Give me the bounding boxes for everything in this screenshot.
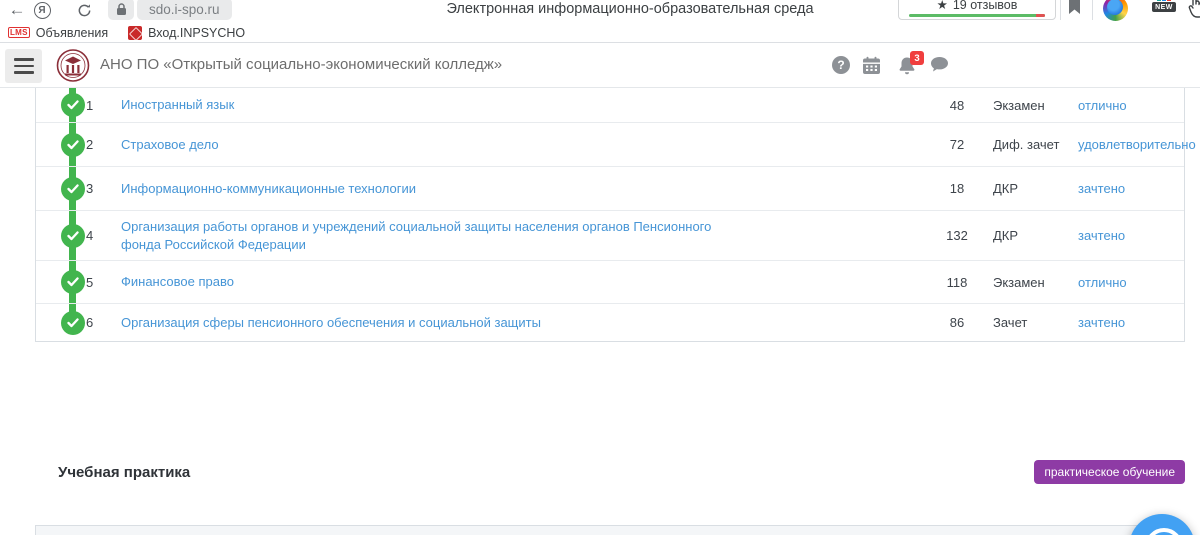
new-badge: NEW bbox=[1152, 2, 1176, 12]
college-name: АНО ПО «Открытый социально-экономический… bbox=[100, 56, 502, 73]
table-row: 5 Финансовое право 118 Экзамен отлично bbox=[36, 260, 1184, 303]
semester-table: 1 Иностранный язык 48 Экзамен отлично bbox=[35, 88, 1185, 342]
hours-value: 48 bbox=[921, 98, 993, 113]
discipline-link[interactable]: Организация работы органов и учреждений … bbox=[121, 219, 711, 252]
back-icon[interactable]: ← bbox=[4, 0, 30, 20]
lock-icon[interactable] bbox=[108, 0, 134, 20]
star-icon: ★ bbox=[937, 0, 948, 12]
practice-table-header: № Наименование дисциплины: Преподаватель… bbox=[36, 526, 1184, 535]
row-number: 1 bbox=[86, 98, 121, 113]
grade-link[interactable]: зачтено bbox=[1078, 228, 1125, 243]
yandex-icon[interactable]: Я bbox=[30, 0, 54, 20]
inpsycho-favicon bbox=[128, 26, 142, 40]
status-cell bbox=[36, 93, 86, 117]
toolbar-divider bbox=[1060, 0, 1061, 20]
practice-section-header: Учебная практика практическое обучение bbox=[35, 460, 1185, 484]
table-row: 6 Организация сферы пенсионного обеспече… bbox=[36, 303, 1184, 341]
refresh-icon[interactable] bbox=[72, 0, 96, 20]
bookmarks-bar: LMS Объявления Вход.INPSYCHO bbox=[0, 22, 1200, 43]
hours-value: 72 bbox=[921, 137, 993, 152]
table-row: 3 Информационно-коммуникационные техноло… bbox=[36, 166, 1184, 210]
check-icon bbox=[61, 133, 85, 157]
college-logo[interactable] bbox=[56, 48, 90, 83]
browser-navrow: ← Я sdo.i-spo.ru Электронная информацион… bbox=[0, 0, 1200, 22]
discipline-link[interactable]: Информационно-коммуникационные технологи… bbox=[121, 181, 416, 196]
hours-value: 86 bbox=[921, 315, 993, 330]
check-icon bbox=[61, 270, 85, 294]
help-icon[interactable]: ? bbox=[832, 56, 850, 74]
hours-value: 132 bbox=[921, 228, 993, 243]
grade-link[interactable]: удовлетворительно bbox=[1078, 137, 1196, 152]
grade-link[interactable]: отлично bbox=[1078, 98, 1127, 113]
grade-link[interactable]: зачтено bbox=[1078, 315, 1125, 330]
hours-value: 118 bbox=[921, 275, 993, 290]
control-form: ДКР bbox=[993, 181, 1078, 196]
bookmark-announcements[interactable]: Объявления bbox=[36, 26, 108, 40]
screen: ← Я sdo.i-spo.ru Электронная информацион… bbox=[0, 0, 1200, 535]
check-icon bbox=[61, 311, 85, 335]
url-field[interactable]: sdo.i-spo.ru bbox=[137, 0, 232, 20]
extension-icon[interactable] bbox=[1103, 0, 1128, 21]
control-form: Экзамен bbox=[993, 275, 1078, 290]
discipline-link[interactable]: Финансовое право bbox=[121, 274, 234, 289]
bookmark-login[interactable]: Вход.INPSYCHO bbox=[148, 26, 245, 40]
reviews-widget[interactable]: ★ 19 отзывов bbox=[898, 0, 1056, 20]
practice-title: Учебная практика bbox=[35, 464, 190, 481]
control-form: ДКР bbox=[993, 228, 1078, 243]
table-row: 2 Страховое дело 72 Диф. зачет удовлетво… bbox=[36, 122, 1184, 166]
status-cell bbox=[36, 311, 86, 335]
row-number: 3 bbox=[86, 181, 121, 196]
control-form: Диф. зачет bbox=[993, 137, 1078, 152]
reviews-count: 19 отзывов bbox=[953, 0, 1018, 12]
toolbar-divider bbox=[1092, 0, 1093, 20]
status-cell bbox=[36, 270, 86, 294]
table-row: 4 Организация работы органов и учреждени… bbox=[36, 210, 1184, 260]
main-content: 1 Иностранный язык 48 Экзамен отлично bbox=[0, 88, 1200, 535]
grade-link[interactable]: отлично bbox=[1078, 275, 1127, 290]
extension-art bbox=[1152, 0, 1176, 1]
check-icon bbox=[61, 177, 85, 201]
status-cell bbox=[36, 133, 86, 157]
grade-link[interactable]: зачтено bbox=[1078, 181, 1125, 196]
practice-badge: практическое обучение bbox=[1034, 460, 1185, 484]
hours-value: 18 bbox=[921, 181, 993, 196]
practice-table: № Наименование дисциплины: Преподаватель… bbox=[35, 525, 1185, 535]
new-extension-icon[interactable]: NEW bbox=[1152, 0, 1176, 20]
check-icon bbox=[61, 224, 85, 248]
notification-badge: 3 bbox=[910, 51, 924, 65]
status-cell bbox=[36, 177, 86, 201]
table-row: 1 Иностранный язык 48 Экзамен отлично bbox=[36, 88, 1184, 122]
discipline-link[interactable]: Организация сферы пенсионного обеспечени… bbox=[121, 315, 541, 330]
site-header: АНО ПО «Открытый социально-экономический… bbox=[0, 43, 1200, 88]
semester-rows: 1 Иностранный язык 48 Экзамен отлично bbox=[36, 88, 1184, 341]
row-number: 4 bbox=[86, 228, 121, 243]
discipline-link[interactable]: Иностранный язык bbox=[121, 97, 234, 112]
check-icon bbox=[61, 93, 85, 117]
menu-icon[interactable] bbox=[5, 49, 42, 83]
row-number: 5 bbox=[86, 275, 121, 290]
control-form: Экзамен bbox=[993, 98, 1078, 113]
reviews-rating-bar bbox=[909, 14, 1045, 17]
messages-icon[interactable] bbox=[930, 56, 949, 73]
browser-page-title: Электронная информационно-образовательна… bbox=[446, 1, 813, 17]
hand-cursor-icon[interactable] bbox=[1188, 0, 1200, 18]
browser-chrome: ← Я sdo.i-spo.ru Электронная информацион… bbox=[0, 0, 1200, 43]
status-cell bbox=[36, 224, 86, 248]
bookmark-icon[interactable] bbox=[1068, 0, 1081, 15]
row-number: 2 bbox=[86, 137, 121, 152]
calendar-icon[interactable] bbox=[862, 56, 881, 75]
lms-favicon: LMS bbox=[8, 27, 30, 38]
discipline-link[interactable]: Страховое дело bbox=[121, 137, 219, 152]
row-number: 6 bbox=[86, 315, 121, 330]
control-form: Зачет bbox=[993, 315, 1078, 330]
